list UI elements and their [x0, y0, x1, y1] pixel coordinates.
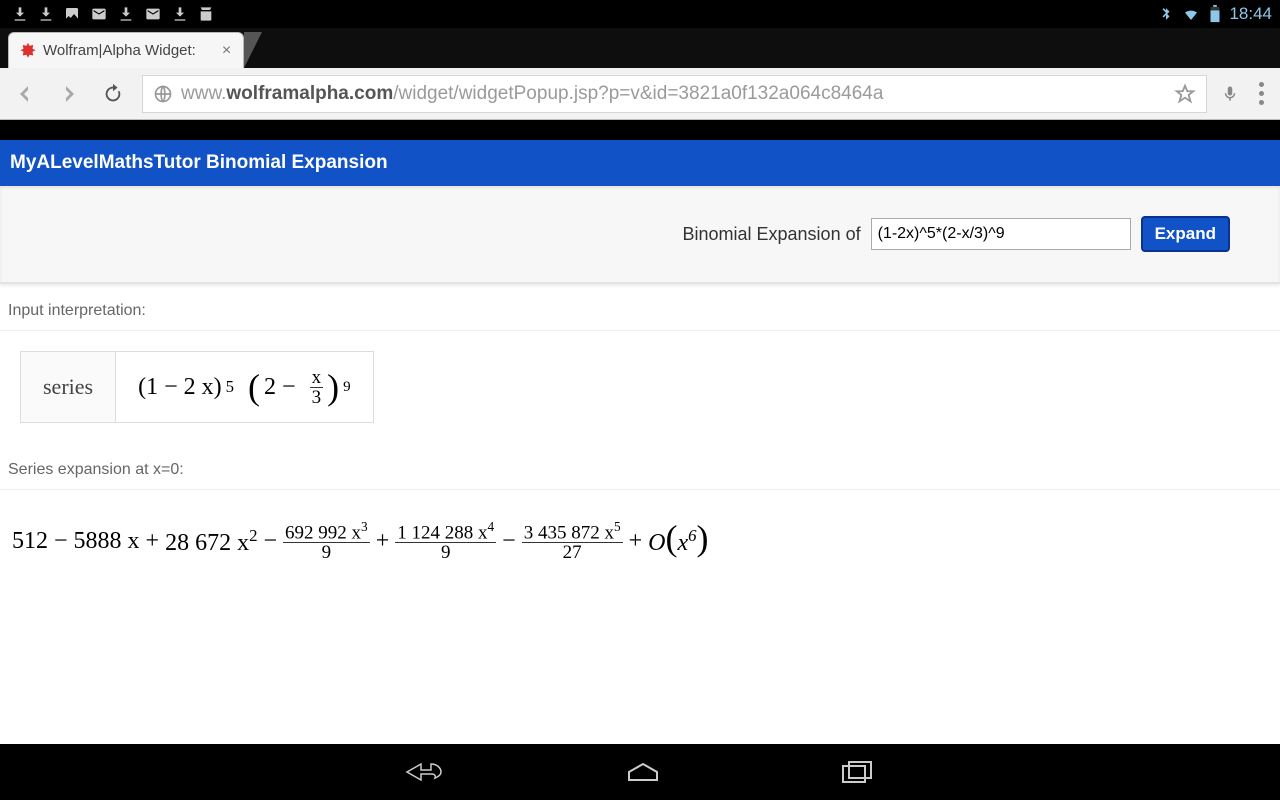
interp-box: series (1 − 2 x)5 ( 2 − x 3 )9 [20, 351, 374, 423]
s-op6: + [629, 528, 643, 555]
url-pre: www. [181, 83, 226, 105]
recent-nav-icon[interactable] [841, 759, 875, 785]
download-icon [118, 6, 134, 22]
close-icon[interactable]: × [222, 42, 231, 60]
section-input-interpretation: Input interpretation: [0, 284, 1280, 331]
m-base1: (1 − 2 x) [138, 374, 222, 401]
wolfram-icon [19, 42, 37, 60]
m-frac-num: x [310, 368, 324, 388]
url-path: /widget/widgetPopup.jsp?p=v&id=3821a0f13… [393, 83, 883, 105]
bluetooth-icon [1159, 6, 1173, 22]
status-left-icons [8, 6, 214, 22]
section-series: Series expansion at x=0: [0, 443, 1280, 490]
back-button[interactable] [10, 79, 40, 109]
m-frac: x 3 [310, 368, 324, 407]
s-t4d: 9 [439, 543, 453, 562]
gmail-icon [144, 6, 162, 22]
android-nav-bar [0, 744, 1280, 800]
query-label: Binomial Expansion of [682, 224, 860, 245]
wifi-icon [1181, 6, 1201, 22]
android-status-bar: 18:44 [0, 0, 1280, 28]
download-icon [38, 6, 54, 22]
s-op5: − [502, 528, 516, 555]
gmail-icon [90, 6, 108, 22]
s-t5d: 27 [561, 543, 584, 562]
microphone-icon[interactable] [1221, 82, 1239, 106]
interp-left-label: series [21, 352, 116, 422]
s-op2: + [146, 528, 160, 555]
battery-icon [1209, 5, 1221, 23]
image-icon [64, 6, 80, 22]
reload-button[interactable] [98, 79, 128, 109]
s-t5e: 5 [614, 519, 621, 534]
s-t4n: 1 124 288 x [397, 522, 487, 543]
s-op3: − [263, 528, 277, 555]
download-icon [12, 6, 28, 22]
back-nav-icon[interactable] [405, 758, 445, 786]
page-content: MyALevelMathsTutor Binomial Expansion Bi… [0, 140, 1280, 744]
s-t1: 5888 x [74, 528, 140, 555]
widget-title: MyALevelMathsTutor Binomial Expansion [0, 140, 1280, 186]
m-exp2: 9 [343, 379, 351, 396]
url-bar-row: www. wolframalpha.com /widget/widgetPopu… [0, 68, 1280, 120]
url-host: wolframalpha.com [226, 83, 393, 105]
s-bigOx: x [677, 530, 688, 556]
query-row: Binomial Expansion of Expand [0, 186, 1280, 284]
star-icon[interactable] [1174, 83, 1196, 105]
input-interpretation-box: series (1 − 2 x)5 ( 2 − x 3 )9 [0, 331, 1280, 443]
s-op4: + [376, 528, 390, 555]
s-t2e: 2 [249, 526, 257, 545]
menu-button[interactable] [1253, 82, 1270, 105]
s-f3: 692 992 x3 9 [283, 520, 370, 562]
s-bigO: O [648, 530, 665, 556]
s-t4e: 4 [487, 519, 494, 534]
s-t0: 512 [12, 528, 48, 555]
series-expansion: 512 − 5888 x + 28 672 x2 − 692 992 x3 9 … [0, 490, 1280, 592]
new-tab-fold[interactable] [244, 32, 262, 68]
s-op1: − [54, 528, 68, 555]
status-right-icons: 18:44 [1159, 4, 1272, 24]
tab-title: Wolfram|Alpha Widget: [43, 42, 196, 59]
m-exp1: 5 [226, 377, 234, 397]
forward-button[interactable] [54, 79, 84, 109]
download-icon [172, 6, 188, 22]
globe-icon [153, 84, 173, 104]
home-nav-icon[interactable] [625, 758, 661, 786]
s-t3d: 9 [320, 543, 334, 562]
url-field[interactable]: www. wolframalpha.com /widget/widgetPopu… [142, 75, 1207, 113]
s-f4: 1 124 288 x4 9 [395, 520, 496, 562]
s-t5n: 3 435 872 x [524, 522, 614, 543]
expand-button[interactable]: Expand [1141, 216, 1230, 252]
interp-math: (1 − 2 x)5 ( 2 − x 3 )9 [116, 354, 372, 421]
m-frac-den: 3 [310, 388, 324, 407]
expression-input[interactable] [871, 218, 1131, 250]
play-store-icon [198, 6, 214, 22]
m-left: 2 − [264, 374, 296, 401]
s-f5: 3 435 872 x5 27 [522, 520, 623, 562]
status-time: 18:44 [1229, 4, 1272, 24]
s-t2: 28 672 x [165, 530, 249, 556]
s-t3e: 3 [361, 519, 368, 534]
s-t3n: 692 992 x [285, 522, 361, 543]
browser-chrome: Wolfram|Alpha Widget: × www. wolframalph… [0, 28, 1280, 120]
browser-tab[interactable]: Wolfram|Alpha Widget: × [8, 32, 244, 68]
s-bigOe: 6 [688, 526, 696, 545]
tab-row: Wolfram|Alpha Widget: × [0, 28, 1280, 68]
